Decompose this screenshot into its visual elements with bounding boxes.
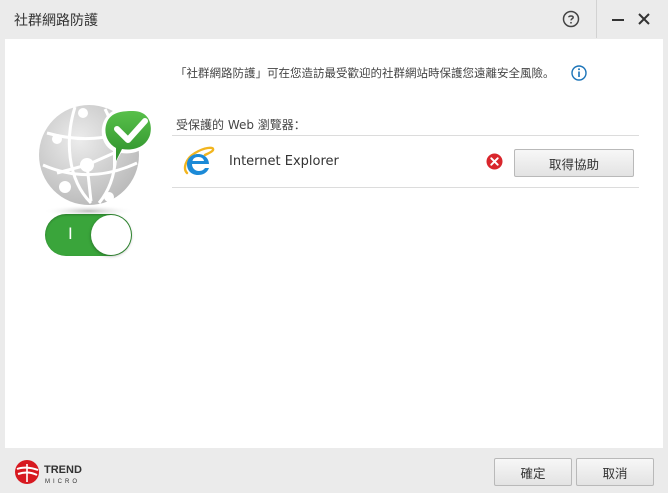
error-status-icon	[486, 153, 503, 170]
close-icon[interactable]	[635, 10, 653, 28]
protection-toggle[interactable]: I	[45, 214, 132, 256]
browser-name: Internet Explorer	[229, 154, 339, 169]
logo-text-top: TREND	[44, 464, 82, 476]
internet-explorer-icon	[183, 146, 215, 175]
main-panel: I 「社群網路防護」可在您造訪最受歡迎的社群網站時保護您遠離安全風險。 受保護的…	[5, 39, 663, 448]
divider	[172, 135, 639, 136]
toggle-label: I	[68, 224, 73, 243]
minimize-icon[interactable]	[609, 10, 627, 28]
protected-browsers-label: 受保護的 Web 瀏覽器：	[176, 118, 306, 132]
cancel-button[interactable]: 取消	[576, 458, 654, 486]
ok-button[interactable]: 確定	[494, 458, 572, 486]
feature-description: 「社群網路防護」可在您造訪最受歡迎的社群網站時保護您遠離安全風險。	[175, 66, 555, 80]
title-bar: 社群網路防護	[0, 0, 668, 38]
title-bar-divider	[596, 0, 597, 38]
get-help-button[interactable]: 取得協助	[514, 149, 634, 177]
logo-text-bottom: MICRO	[45, 479, 80, 485]
divider	[172, 187, 639, 188]
window-title: 社群網路防護	[14, 13, 98, 29]
trend-micro-logo: TREND MICRO	[15, 460, 82, 485]
help-icon[interactable]	[562, 10, 580, 28]
info-icon[interactable]	[571, 65, 587, 81]
toggle-knob	[91, 215, 131, 255]
social-network-globe-icon	[39, 105, 155, 217]
